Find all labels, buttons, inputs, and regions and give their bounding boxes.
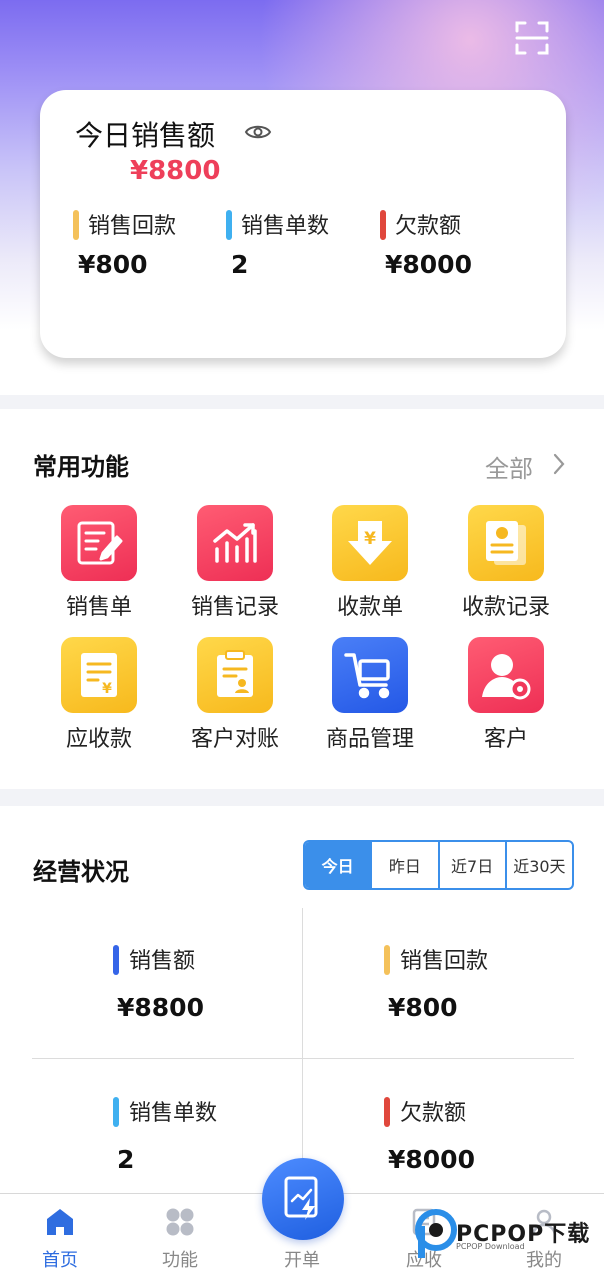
today-sales-amount: ¥8800 xyxy=(130,156,221,186)
tab-label: 功能 xyxy=(162,1250,198,1270)
reconciliation-icon xyxy=(197,637,273,713)
eye-icon[interactable] xyxy=(244,122,272,142)
tab-home[interactable]: 首页 xyxy=(0,1194,120,1270)
tab-functions[interactable]: 功能 xyxy=(120,1194,240,1270)
metric-color-bar xyxy=(384,945,390,975)
func-label: 销售记录 xyxy=(190,595,279,620)
card-title: 今日销售额 xyxy=(75,119,216,152)
func-label: 收款记录 xyxy=(461,595,550,620)
func-label: 商品管理 xyxy=(325,727,414,752)
chevron-right-icon[interactable] xyxy=(552,453,566,475)
func-sales-order[interactable]: 销售单 xyxy=(31,505,167,621)
period-yesterday[interactable]: 昨日 xyxy=(370,842,437,888)
stat-label: 销售回款 xyxy=(88,214,177,239)
today-sales-card: 今日销售额 ¥8800 销售回款 ¥800 销售单数 2 欠款额 ¥8000 xyxy=(40,90,566,358)
metric-value: 2 xyxy=(117,1145,135,1174)
tab-label: 开单 xyxy=(284,1250,320,1270)
business-status-panel: 经营状况 今日 昨日 近7日 近30天 销售额 ¥8800 销售回款 ¥800 … xyxy=(0,806,604,1198)
metric-label: 销售回款 xyxy=(400,949,489,974)
stat-value: ¥800 xyxy=(78,250,148,279)
period-selector: 今日 昨日 近7日 近30天 xyxy=(303,840,574,890)
common-functions-panel: 常用功能 全部 销售单 销售记录 ¥ 收款单 收款记录 ¥ 应收款 客户对账 商… xyxy=(0,409,604,789)
func-receipt-record[interactable]: 收款记录 xyxy=(438,505,574,621)
stat-label: 销售单数 xyxy=(241,214,330,239)
stat-label: 欠款额 xyxy=(395,214,462,239)
metric-label: 销售单数 xyxy=(129,1101,218,1126)
metric-value: ¥8800 xyxy=(117,993,204,1022)
svg-text:¥: ¥ xyxy=(102,681,112,697)
period-7days[interactable]: 近7日 xyxy=(437,842,505,888)
func-label: 客户对账 xyxy=(190,727,279,752)
stat-value: ¥8000 xyxy=(385,250,472,279)
stat-color-bar xyxy=(380,210,386,240)
func-receipt[interactable]: ¥ 收款单 xyxy=(302,505,438,621)
period-today[interactable]: 今日 xyxy=(305,842,371,888)
func-receivable[interactable]: ¥ 应收款 xyxy=(31,637,167,753)
sales-record-icon xyxy=(197,505,273,581)
all-functions-link[interactable]: 全部 xyxy=(485,449,533,484)
section-title: 经营状况 xyxy=(33,858,129,886)
grid-divider-vertical xyxy=(302,908,303,1198)
sales-order-icon xyxy=(61,505,137,581)
receipt-icon: ¥ xyxy=(332,505,408,581)
watermark: PCPOP下载 PCPOP Download xyxy=(410,1206,604,1270)
customer-icon xyxy=(468,637,544,713)
grid-divider-horizontal xyxy=(32,1058,574,1059)
create-order-icon xyxy=(284,1176,318,1220)
stat-color-bar xyxy=(73,210,79,240)
func-sales-record[interactable]: 销售记录 xyxy=(167,505,303,621)
svg-text:¥: ¥ xyxy=(364,529,376,549)
section-title: 常用功能 xyxy=(33,453,129,481)
metric-value: ¥800 xyxy=(388,993,458,1022)
stat-color-bar xyxy=(226,210,232,240)
stat-value: 2 xyxy=(231,250,249,279)
func-label: 客户 xyxy=(483,727,528,752)
func-label: 销售单 xyxy=(65,595,132,620)
receipt-record-icon xyxy=(468,505,544,581)
receivable-icon: ¥ xyxy=(61,637,137,713)
create-order-button[interactable] xyxy=(262,1158,344,1240)
func-label: 收款单 xyxy=(336,595,403,620)
func-customer[interactable]: 客户 xyxy=(438,637,574,753)
func-reconciliation[interactable]: 客户对账 xyxy=(167,637,303,753)
grid-icon xyxy=(166,1208,194,1236)
metric-color-bar xyxy=(113,1097,119,1127)
func-label: 应收款 xyxy=(65,727,132,752)
func-goods-management[interactable]: 商品管理 xyxy=(302,637,438,753)
tab-label: 首页 xyxy=(42,1250,78,1270)
metric-label: 销售额 xyxy=(129,949,196,974)
home-icon xyxy=(47,1209,73,1235)
scan-icon[interactable] xyxy=(514,20,550,56)
metric-label: 欠款额 xyxy=(400,1101,467,1126)
cart-icon xyxy=(332,637,408,713)
period-30days[interactable]: 近30天 xyxy=(504,842,572,888)
metric-color-bar xyxy=(384,1097,390,1127)
metric-value: ¥8000 xyxy=(388,1145,475,1174)
watermark-sub: PCPOP Download xyxy=(456,1242,525,1251)
metric-color-bar xyxy=(113,945,119,975)
pcpop-logo-icon xyxy=(415,1209,457,1258)
